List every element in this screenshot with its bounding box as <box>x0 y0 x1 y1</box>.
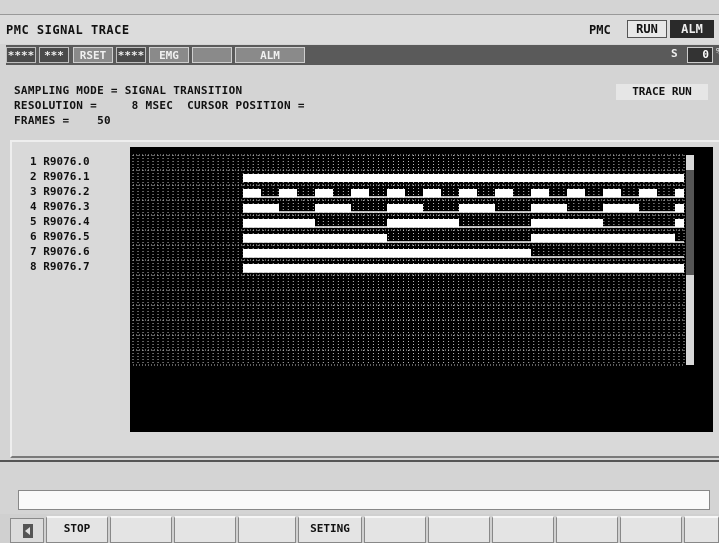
waveform-ch2 <box>243 174 684 182</box>
waveform-ch3 <box>243 189 261 197</box>
status-bar: **** *** RSET **** EMG ALM S 0 % <box>6 45 719 65</box>
softkey-stop[interactable]: STOP <box>46 516 108 543</box>
waveform-ch4 <box>315 204 351 212</box>
trace-status-badge: TRACE RUN <box>616 84 708 100</box>
waveform-ch4 <box>531 204 567 212</box>
softkey-10[interactable] <box>620 516 682 543</box>
reset-status: RSET <box>73 47 113 63</box>
waveform-ch4 <box>459 204 495 212</box>
softkey-6[interactable] <box>364 516 426 543</box>
alarm-status: ALM <box>235 47 305 63</box>
pmc-run-status: RUN <box>627 20 667 38</box>
blank-status <box>192 47 232 63</box>
page-title: PMC SIGNAL TRACE <box>6 23 130 37</box>
signal-label: 2 R9076.1 <box>30 170 90 183</box>
sampling-mode-line: SAMPLING MODE = SIGNAL TRANSITION <box>14 84 243 97</box>
softkey-prev[interactable] <box>10 518 44 543</box>
softkey-9[interactable] <box>556 516 618 543</box>
waveform-ch3 <box>387 189 405 197</box>
softkey-3[interactable] <box>174 516 236 543</box>
waveform-ch3 <box>315 189 333 197</box>
emergency-status: EMG <box>149 47 189 63</box>
softkey-8[interactable] <box>492 516 554 543</box>
signal-label: 6 R9076.5 <box>30 230 90 243</box>
waveform-ch3 <box>459 189 477 197</box>
waveform-ch5 <box>387 219 459 227</box>
softkey-2[interactable] <box>110 516 172 543</box>
signal-trace-plot[interactable] <box>130 147 713 432</box>
sequence-no-status: *** <box>39 47 69 63</box>
alarm-indicator: ALM <box>670 20 714 38</box>
signal-label: 8 R9076.7 <box>30 260 90 273</box>
waveform-ch5 <box>531 219 603 227</box>
signal-label: 5 R9076.4 <box>30 215 90 228</box>
divider <box>0 460 719 462</box>
frames-line: FRAMES = 50 <box>14 114 111 127</box>
waveform-ch8 <box>243 264 684 272</box>
waveform-ch3 <box>351 189 369 197</box>
title-bar: PMC SIGNAL TRACE PMC RUN ALM <box>0 14 719 44</box>
spindle-value: 0 <box>687 47 713 63</box>
waveform-ch7 <box>243 249 531 257</box>
waveform-ch4 <box>387 204 423 212</box>
waveform-ch6 <box>531 234 675 242</box>
waveform-ch3 <box>423 189 441 197</box>
motion-status: **** <box>116 47 146 63</box>
waveform-ch5 <box>675 219 684 227</box>
message-line[interactable] <box>18 490 710 510</box>
resolution-line: RESOLUTION = 8 MSEC CURSOR POSITION = <box>14 99 305 112</box>
signal-label: 4 R9076.3 <box>30 200 90 213</box>
trace-waveform-canvas <box>132 154 694 366</box>
waveform-ch4 <box>243 204 279 212</box>
softkey-4[interactable] <box>238 516 296 543</box>
spindle-label: S <box>671 47 678 60</box>
waveform-ch5 <box>243 219 315 227</box>
waveform-ch3 <box>675 189 684 197</box>
waveform-ch3 <box>603 189 621 197</box>
waveform-ch3 <box>531 189 549 197</box>
waveform-ch3 <box>495 189 513 197</box>
signal-label: 7 R9076.6 <box>30 245 90 258</box>
waveform-ch6 <box>243 234 387 242</box>
waveform-ch3 <box>279 189 297 197</box>
waveform-ch4 <box>603 204 639 212</box>
waveform-ch3 <box>567 189 585 197</box>
waveform-ch3 <box>639 189 657 197</box>
trace-cursor-marker <box>686 170 694 275</box>
program-no-status: **** <box>6 47 36 63</box>
signal-label: 3 R9076.2 <box>30 185 90 198</box>
waveform-ch4 <box>675 204 684 212</box>
softkey-next[interactable] <box>684 516 719 543</box>
softkey-seting[interactable]: SETING <box>298 516 362 543</box>
pmc-label: PMC <box>589 23 611 37</box>
signal-label: 1 R9076.0 <box>30 155 90 168</box>
pmc-signal-trace-screen: PMC SIGNAL TRACE PMC RUN ALM **** *** RS… <box>0 0 719 543</box>
chevron-left-icon <box>23 524 33 538</box>
softkey-7[interactable] <box>428 516 490 543</box>
